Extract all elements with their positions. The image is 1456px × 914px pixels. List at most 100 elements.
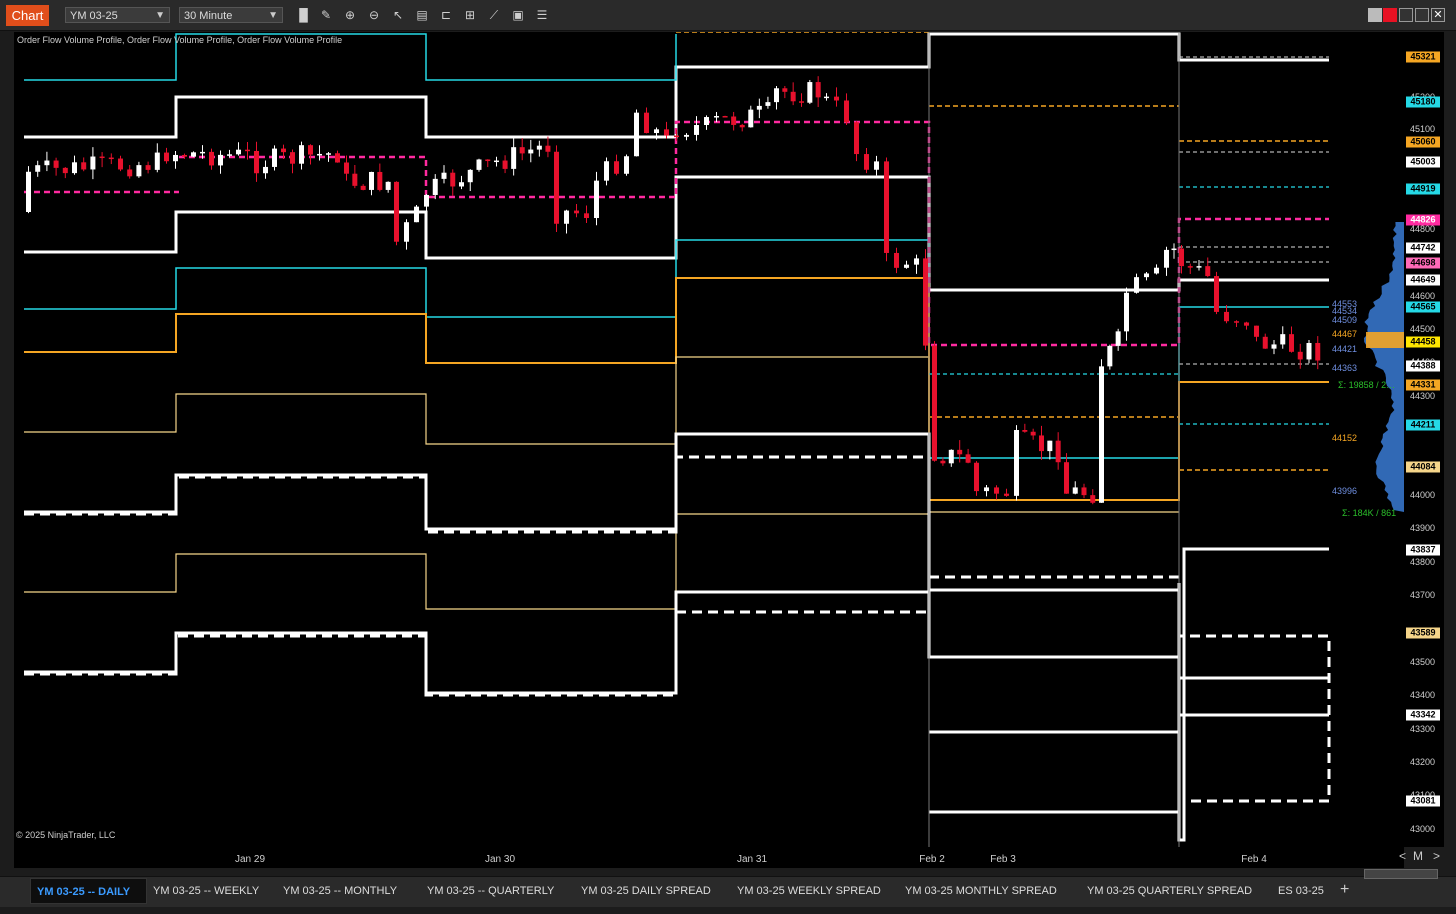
candle-body — [894, 252, 899, 268]
interval-select[interactable]: 30 Minute ▼ — [179, 7, 283, 23]
candle-body — [545, 145, 551, 152]
profile-label: 44363 — [1332, 363, 1358, 373]
interval-value: 30 Minute — [184, 10, 233, 22]
pointer-icon[interactable]: ↖ — [390, 7, 406, 23]
data-box-icon[interactable]: ▤ — [414, 7, 430, 23]
tab-2[interactable]: YM 03-25 -- WEEKLY — [147, 878, 275, 904]
close-icon[interactable]: ✕ — [1431, 8, 1445, 22]
candle-body — [182, 154, 187, 157]
tab-8[interactable]: YM 03-25 QUARTERLY SPREAD — [1081, 878, 1271, 904]
candle-body — [1171, 248, 1177, 251]
candle-body — [957, 449, 963, 455]
time-axis[interactable] — [14, 847, 1404, 868]
candle-body — [72, 162, 77, 174]
candle-body — [118, 158, 123, 170]
candle-body — [209, 151, 214, 166]
candle-body — [1154, 267, 1159, 274]
candle-body — [674, 135, 679, 138]
candle-body — [173, 154, 178, 162]
tab-7[interactable]: YM 03-25 MONTHLY SPREAD — [899, 878, 1079, 904]
candle-body — [884, 161, 889, 253]
price-axis-tick: 43200 — [1410, 757, 1436, 767]
instrument-select[interactable]: YM 03-25 ▼ — [65, 7, 170, 23]
candle-body — [765, 102, 771, 106]
candle-body — [191, 152, 196, 157]
price-marker: 43589 — [1406, 627, 1440, 639]
candle-body — [914, 258, 919, 265]
candle-body — [218, 154, 223, 166]
link-icon[interactable] — [1383, 8, 1397, 22]
profile-label: 43996 — [1332, 486, 1358, 496]
candle-body — [948, 449, 954, 464]
candle-body — [352, 173, 358, 186]
scroll-left-button[interactable]: < — [1399, 849, 1406, 863]
candle-body — [254, 150, 259, 174]
bars-icon[interactable]: ▐▌ — [295, 7, 312, 23]
candle-body — [263, 166, 268, 174]
candle-body — [1234, 321, 1239, 323]
candle-body — [1214, 276, 1219, 312]
tab-1[interactable]: YM 03-25 -- DAILY — [30, 878, 147, 904]
price-axis-tick: 44300 — [1410, 391, 1436, 401]
indicators-icon[interactable]: ⊞ — [462, 7, 478, 23]
candle-body — [272, 148, 277, 167]
list-icon[interactable]: ☰ — [534, 7, 550, 23]
tab-9[interactable]: ES 03-25 — [1272, 878, 1332, 904]
candle-body — [844, 100, 849, 123]
candle-body — [834, 96, 839, 101]
candle-body — [714, 116, 719, 118]
restore-icon[interactable] — [1415, 8, 1429, 22]
candle-body — [1179, 248, 1184, 267]
strategies-icon[interactable]: ⊏ — [438, 7, 454, 23]
tab-5[interactable]: YM 03-25 DAILY SPREAD — [575, 878, 729, 904]
candle-body — [1187, 266, 1193, 268]
candle-body — [441, 172, 447, 179]
candle-body — [360, 185, 366, 190]
scroll-right-button[interactable]: > — [1433, 849, 1440, 863]
price-marker: 44084 — [1406, 461, 1440, 473]
candle-body — [799, 101, 804, 103]
candle-body — [1289, 334, 1294, 352]
mode-button[interactable]: M — [1413, 849, 1423, 863]
price-marker: 45060 — [1406, 136, 1440, 148]
candle-body — [1244, 322, 1249, 326]
properties-icon[interactable]: ▣ — [510, 7, 526, 23]
candle-body — [494, 160, 499, 163]
zoom-out-icon[interactable]: ⊖ — [366, 7, 382, 23]
candle-body — [624, 156, 629, 174]
tab-6[interactable]: YM 03-25 WEEKLY SPREAD — [731, 878, 897, 904]
candle-body — [564, 210, 569, 224]
candle-body — [1124, 292, 1129, 332]
candle-body — [1262, 336, 1268, 349]
candle-body — [81, 162, 87, 170]
candle-body — [290, 152, 295, 164]
minimize-icon[interactable] — [1399, 8, 1413, 22]
candle-body — [1224, 311, 1229, 322]
drawing-tools-icon[interactable]: ⟋ — [486, 7, 502, 23]
price-marker: 44388 — [1406, 360, 1440, 372]
add-tab-button[interactable]: + — [1340, 881, 1349, 899]
horizontal-scrollbar[interactable] — [1364, 869, 1438, 879]
candle-body — [164, 152, 169, 162]
chart-canvas[interactable] — [14, 31, 1404, 847]
price-chart[interactable] — [14, 31, 1404, 847]
pencil-icon[interactable]: ✎ — [318, 7, 334, 23]
candle-body — [127, 169, 133, 177]
candle-body — [145, 165, 151, 170]
candle-body — [654, 129, 659, 134]
candle-body — [1271, 344, 1277, 349]
price-marker: 44742 — [1406, 242, 1440, 254]
window-color-icon[interactable] — [1368, 8, 1382, 22]
profile-label: Σ: 19858 / 2… — [1338, 380, 1396, 390]
candle-body — [502, 160, 508, 169]
candle-body — [536, 145, 542, 150]
candle-body — [1004, 493, 1009, 496]
profile-label: 44509 — [1332, 315, 1358, 325]
candle-body — [245, 149, 250, 152]
chart-tab[interactable]: Chart — [6, 5, 49, 26]
time-axis-label: Jan 29 — [234, 854, 266, 865]
tab-3[interactable]: YM 03-25 -- MONTHLY — [277, 878, 419, 904]
zoom-in-icon[interactable]: ⊕ — [342, 7, 358, 23]
tab-4[interactable]: YM 03-25 -- QUARTERLY — [421, 878, 573, 904]
price-axis-tick: 43000 — [1410, 824, 1436, 834]
